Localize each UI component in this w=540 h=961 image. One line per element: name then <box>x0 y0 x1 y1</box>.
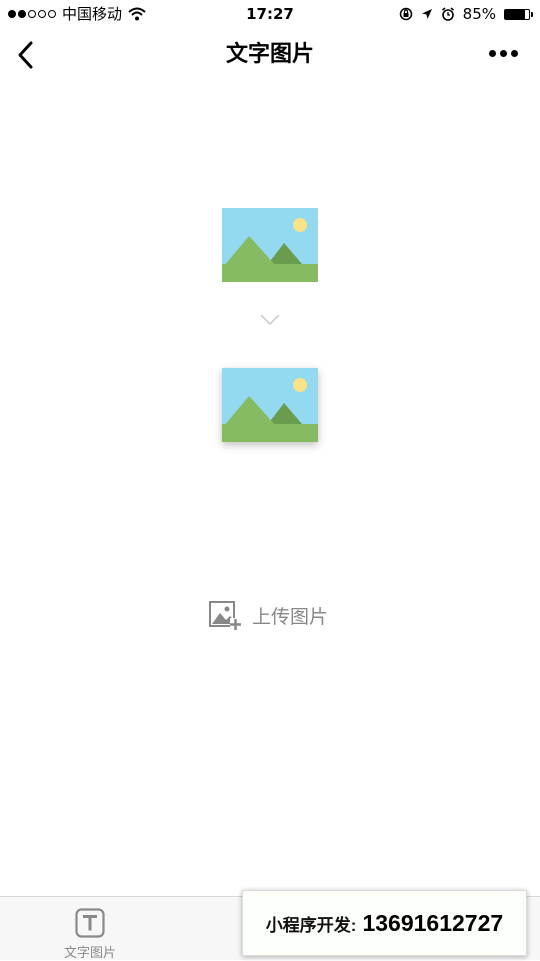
tab-text-image[interactable]: 文字图片 <box>0 897 180 961</box>
alarm-icon <box>441 7 454 21</box>
landscape-image-icon <box>222 208 318 282</box>
rotation-lock-icon <box>399 7 412 21</box>
chevron-down-icon <box>260 314 280 326</box>
status-right: 85% <box>399 0 533 28</box>
page-title: 文字图片 <box>225 42 314 67</box>
promo-label: 小程序开发: <box>265 915 357 935</box>
promo-banner: 小程序开发: 13691612727 <box>242 890 527 956</box>
upload-image-label: 上传图片 <box>252 605 329 628</box>
more-dots-icon <box>489 50 496 57</box>
battery-level <box>505 9 526 19</box>
battery-percent: 85% <box>462 5 496 23</box>
result-image-placeholder[interactable] <box>222 368 318 442</box>
text-t-icon <box>75 908 105 938</box>
image-add-icon <box>209 601 241 630</box>
source-image-placeholder[interactable] <box>222 208 318 282</box>
more-button[interactable] <box>489 50 518 57</box>
promo-phone-number: 13691612727 <box>362 909 504 936</box>
battery-icon <box>504 8 533 20</box>
tab-label: 文字图片 <box>63 946 116 961</box>
location-arrow-icon <box>421 9 432 19</box>
status-bar: 中国移动 17:27 85% <box>0 0 540 28</box>
nav-bar: 文字图片 <box>0 28 540 82</box>
landscape-image-icon <box>222 368 318 442</box>
upload-image-button[interactable]: 上传图片 <box>208 598 328 632</box>
